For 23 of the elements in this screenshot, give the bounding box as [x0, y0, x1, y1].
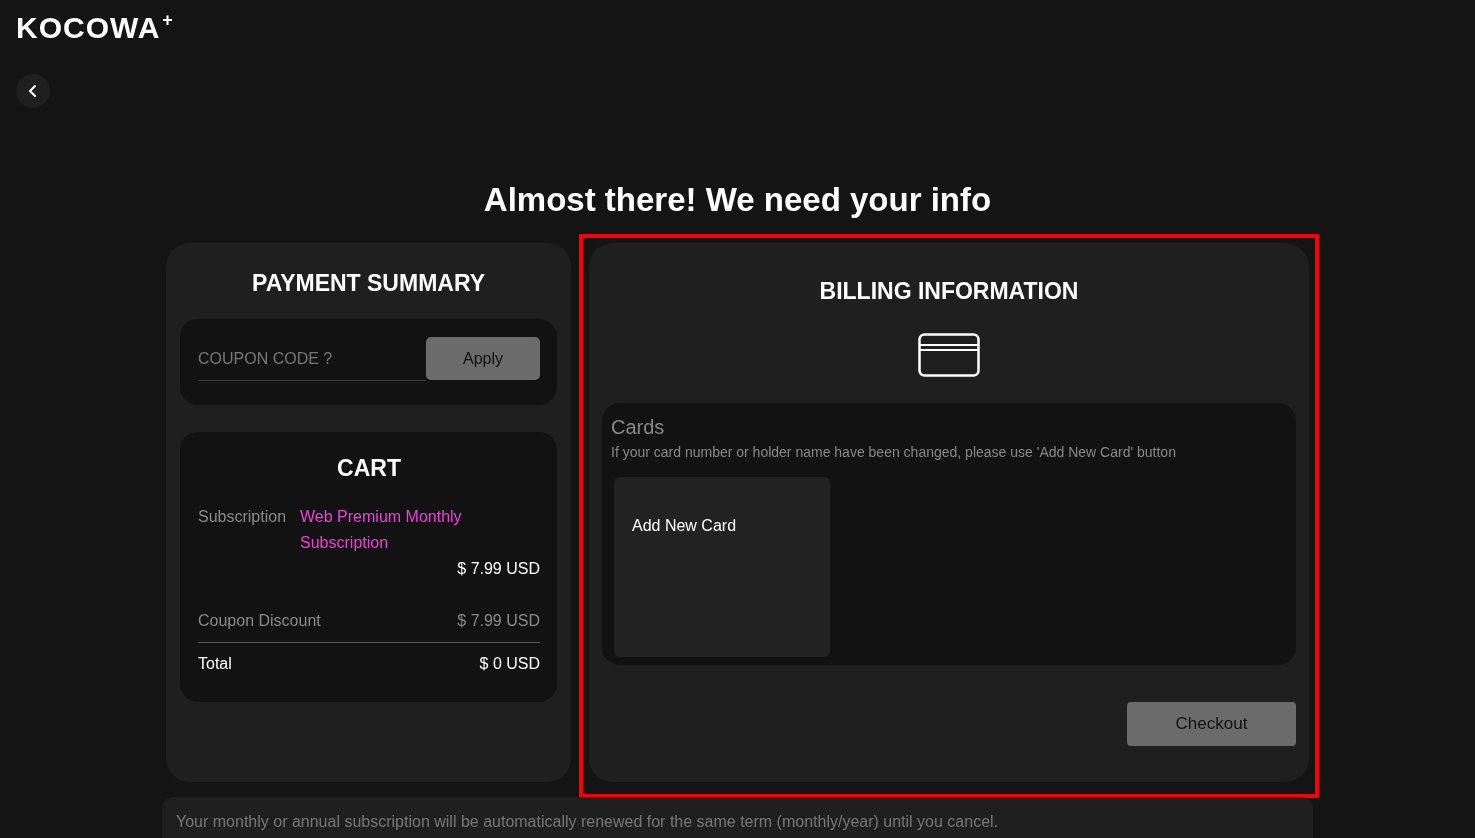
total-value: $ 0 USD: [479, 654, 540, 674]
item-label: Subscription: [198, 507, 287, 527]
total-label: Total: [198, 654, 232, 674]
coupon-field[interactable]: COUPON CODE ?: [198, 337, 426, 381]
checkout-button[interactable]: Checkout: [1127, 702, 1296, 746]
renewal-notice: Your monthly or annual subscription will be automatically renewed for the same term (monthly/year) until you cancel.: [162, 797, 1313, 838]
discount-label: Coupon Discount: [198, 611, 321, 631]
back-button[interactable]: [16, 74, 50, 108]
panel-heading: BILLING INFORMATION: [819, 277, 1079, 305]
add-card-button[interactable]: Add New Card: [614, 477, 830, 657]
plan-price: $ 7.99 USD: [457, 560, 540, 577]
plan-name: Web Premium Monthly Subscription: [300, 507, 463, 553]
panel-heading: PAYMENT SUMMARY: [251, 269, 486, 297]
back-icon: [28, 84, 38, 98]
page-title: Almost there! We need your info: [482, 180, 993, 220]
apply-button[interactable]: Apply: [426, 337, 540, 380]
cards-label: Cards: [611, 415, 665, 439]
discount-value: $ 7.99 USD: [457, 611, 540, 631]
credit-card-icon: [918, 333, 980, 377]
cart-heading: CART: [336, 454, 402, 482]
logo[interactable]: KOCOWA+: [16, 12, 174, 44]
cards-hint: If your card number or holder name have been changed, please use 'Add New Card' button: [611, 443, 1176, 462]
coupon-form[interactable]: COUPON CODE ? Apply: [180, 319, 557, 405]
